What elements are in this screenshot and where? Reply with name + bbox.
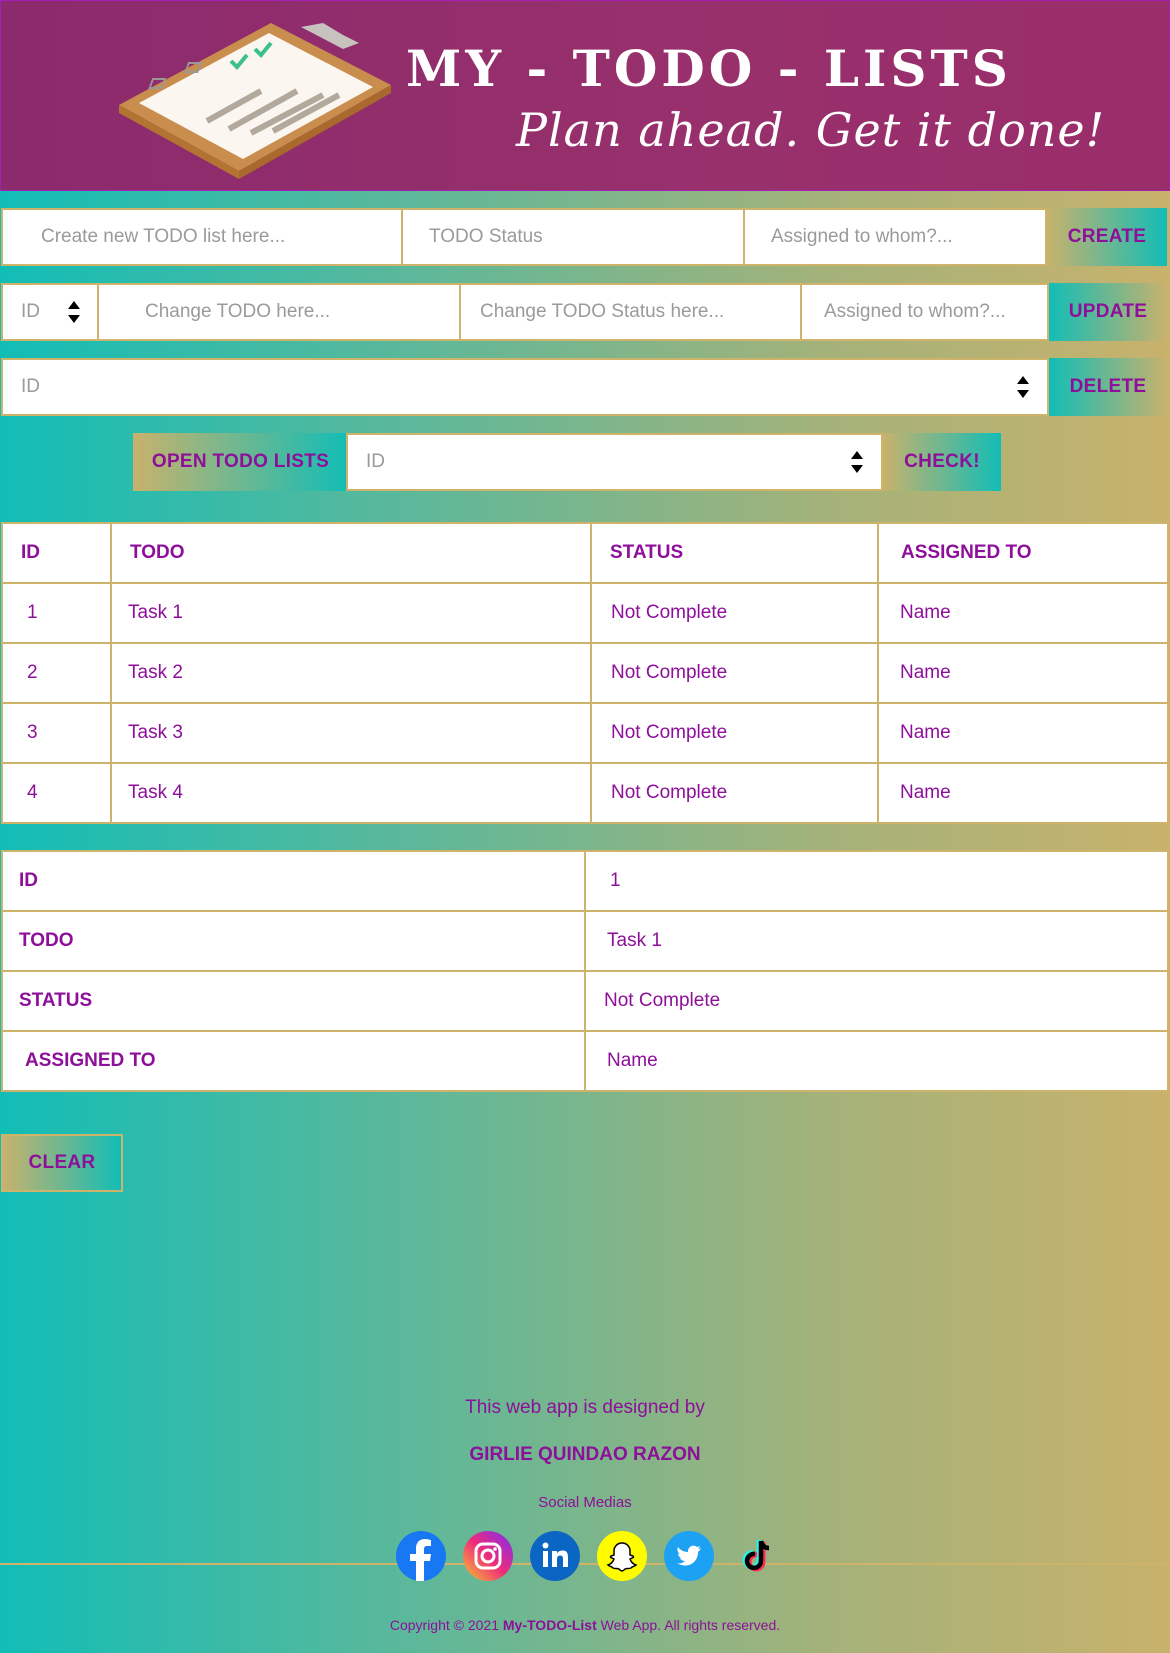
header-assigned: ASSIGNED TO (877, 522, 1169, 584)
cell-todo: Task 3 (110, 702, 592, 764)
cell-status: Not Complete (590, 762, 879, 824)
create-button[interactable]: CREATE (1047, 208, 1167, 266)
create-status-input[interactable]: TODO Status (401, 208, 745, 266)
todo-table-header: ID TODO STATUS ASSIGNED TO (1, 522, 1169, 584)
cell-assigned: Name (877, 762, 1169, 824)
facebook-icon[interactable] (396, 1531, 446, 1581)
update-status-input[interactable]: Change TODO Status here... (459, 283, 802, 341)
copyright-text: Copyright © 2021 My-TODO-List Web App. A… (0, 1617, 1170, 1633)
tiktok-icon[interactable] (731, 1531, 781, 1581)
update-button[interactable]: UPDATE (1049, 283, 1167, 341)
main-area: Create new TODO list here... TODO Status… (0, 191, 1170, 1653)
cell-assigned: Name (877, 702, 1169, 764)
cell-assigned: Name (877, 582, 1169, 644)
detail-row: ASSIGNED TO Name (1, 1030, 1169, 1092)
cell-todo: Task 2 (110, 642, 592, 704)
app-tagline: Plan ahead. Get it done! (516, 103, 1106, 157)
update-assigned-input[interactable]: Assigned to whom?... (800, 283, 1049, 341)
detail-value: Name (584, 1030, 1169, 1092)
table-row[interactable]: 1 Task 1 Not Complete Name (1, 582, 1169, 644)
designed-by-text: This web app is designed by (465, 1397, 705, 1418)
cell-id: 3 (1, 702, 112, 764)
update-id-input[interactable]: ID (1, 283, 99, 341)
linkedin-icon[interactable] (530, 1531, 580, 1581)
header-todo: TODO (110, 522, 592, 584)
footer-divider (0, 1563, 1170, 1565)
detail-label: ID (1, 850, 586, 912)
snapchat-icon[interactable] (597, 1531, 647, 1581)
cell-assigned: Name (877, 642, 1169, 704)
header-id: ID (1, 522, 112, 584)
cell-status: Not Complete (590, 582, 879, 644)
header-banner: MY - TODO - LISTS Plan ahead. Get it don… (0, 0, 1170, 191)
cell-id: 2 (1, 642, 112, 704)
create-assigned-input[interactable]: Assigned to whom?... (743, 208, 1047, 266)
update-todo-input[interactable]: Change TODO here... (97, 283, 461, 341)
create-todo-input[interactable]: Create new TODO list here... (1, 208, 403, 266)
delete-button[interactable]: DELETE (1049, 358, 1167, 416)
cell-todo: Task 4 (110, 762, 592, 824)
copyright-brand: My-TODO-List (502, 1617, 597, 1633)
table-row[interactable]: 2 Task 2 Not Complete Name (1, 642, 1169, 704)
table-row[interactable]: 4 Task 4 Not Complete Name (1, 762, 1169, 824)
delete-id-stepper-icon[interactable] (1016, 374, 1030, 400)
detail-value: Not Complete (584, 970, 1169, 1032)
copyright-suffix: Web App. All rights reserved. (596, 1617, 781, 1633)
todo-table: ID TODO STATUS ASSIGNED TO 1 Task 1 Not … (1, 522, 1169, 824)
delete-id-input[interactable]: ID (1, 358, 1049, 416)
detail-label: TODO (1, 910, 586, 972)
social-heading: Social Medias (538, 1494, 632, 1511)
check-button[interactable]: CHECK! (883, 433, 1001, 491)
detail-row: ID 1 (1, 850, 1169, 912)
detail-label: STATUS (1, 970, 586, 1032)
copyright-prefix: Copyright © 2021 (389, 1617, 503, 1633)
cell-id: 1 (1, 582, 112, 644)
update-id-stepper-icon[interactable] (67, 299, 81, 325)
detail-row: TODO Task 1 (1, 910, 1169, 972)
cell-todo: Task 1 (110, 582, 592, 644)
instagram-icon[interactable] (463, 1531, 513, 1581)
detail-value: Task 1 (584, 910, 1169, 972)
cell-status: Not Complete (590, 702, 879, 764)
cell-status: Not Complete (590, 642, 879, 704)
detail-value: 1 (584, 850, 1169, 912)
detail-row: STATUS Not Complete (1, 970, 1169, 1032)
clear-button[interactable]: CLEAR (1, 1134, 123, 1192)
check-id-input[interactable]: ID (346, 433, 883, 491)
detail-table: ID 1 TODO Task 1 STATUS Not Complete ASS… (1, 850, 1169, 1092)
check-id-stepper-icon[interactable] (850, 449, 864, 475)
clipboard-icon (119, 23, 391, 179)
detail-label: ASSIGNED TO (1, 1030, 586, 1092)
author-name: GIRLIE QUINDAO RAZON (469, 1444, 701, 1465)
table-row[interactable]: 3 Task 3 Not Complete Name (1, 702, 1169, 764)
app-title: MY - TODO - LISTS (406, 39, 1012, 98)
cell-id: 4 (1, 762, 112, 824)
header-status: STATUS (590, 522, 879, 584)
open-todo-lists-button[interactable]: OPEN TODO LISTS (133, 433, 348, 491)
twitter-icon[interactable] (664, 1531, 714, 1581)
